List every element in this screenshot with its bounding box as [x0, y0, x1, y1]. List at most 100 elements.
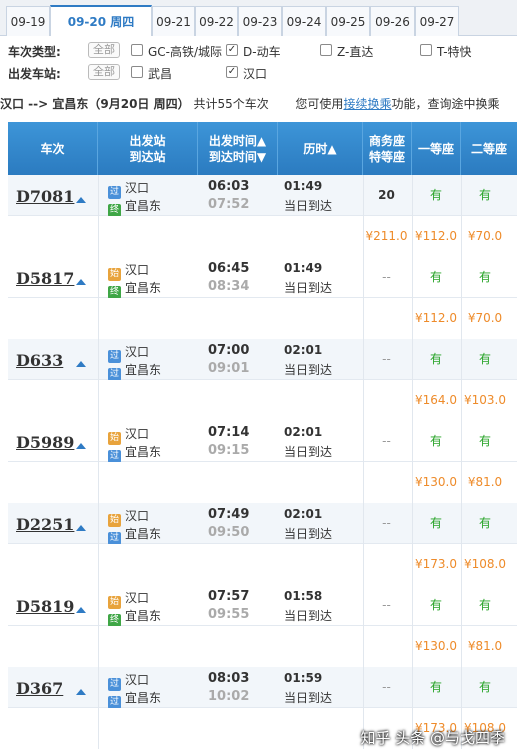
column-divider	[363, 503, 364, 585]
first-class-availability: 有	[429, 680, 442, 694]
header-stations: 出发站 到达站	[98, 122, 198, 175]
train-row-prices: ¥130.0 ¥81.0	[8, 462, 517, 503]
type-t-checkbox[interactable]	[420, 44, 432, 56]
type-d-checkbox[interactable]: ✓	[226, 44, 238, 56]
train-type-all-button[interactable]: 全部	[88, 42, 120, 58]
header-duration-sort[interactable]: 历时▲	[278, 122, 363, 175]
arrive-time: 09:15	[208, 443, 250, 458]
header-train: 车次	[8, 122, 98, 175]
train-number-link[interactable]: D633	[16, 351, 63, 370]
date-tab[interactable]: 09-24	[282, 6, 326, 36]
business-seat-availability: --	[382, 598, 391, 612]
column-divider	[98, 175, 99, 257]
from-station-name: 汉口	[125, 263, 150, 277]
from-station-name: 汉口	[125, 591, 150, 605]
arrival-day: 当日到达	[284, 363, 333, 377]
train-row: D633 过汉口过宜昌东 07:00 09:01 02:01 当日到达 -- 有 有 ¥164.0…	[8, 339, 517, 421]
watermark: 知乎 头条 @与戈四季	[360, 729, 505, 747]
to-station-name: 宜昌东	[125, 445, 162, 459]
column-divider	[461, 339, 462, 421]
business-seat-availability: --	[382, 434, 391, 448]
expand-stops-icon[interactable]	[76, 197, 86, 203]
header-time-sort[interactable]: 出发时间▲ 到达时间▼	[198, 122, 278, 175]
arrival-day: 当日到达	[284, 691, 333, 705]
train-row-prices: ¥130.0 ¥81.0	[8, 626, 517, 667]
date-tab[interactable]: 09-26	[370, 6, 415, 36]
train-row-main: D5819 始汉口终宜昌东 07:57 09:55 01:58 当日到达 -- 有 有	[8, 585, 517, 627]
transfer-link[interactable]: 接续换乘	[343, 97, 391, 111]
second-class-availability: 有	[478, 598, 491, 612]
train-row: D5819 始汉口终宜昌东 07:57 09:55 01:58 当日到达 -- 有 有 ¥130.…	[8, 585, 517, 667]
to-station: 过宜昌东	[108, 443, 161, 463]
depart-time: 08:03	[208, 671, 250, 686]
to-station: 过宜昌东	[108, 525, 161, 545]
train-number-link[interactable]: D5817	[16, 269, 74, 288]
train-row-main: D7081 过汉口终宜昌东 06:03 07:52 01:49 当日到达 20 有 有	[8, 175, 517, 217]
date-tab[interactable]: 09-20 周四	[50, 5, 152, 36]
to-station-name: 宜昌东	[125, 691, 162, 705]
column-divider	[461, 585, 462, 667]
route-summary: 汉口 --> 宜昌东（9月20日 周四） 共计55个车次 您可使用接续换乘功能，…	[0, 92, 517, 116]
business-seat-availability: 20	[378, 188, 395, 202]
depart-time: 06:03	[208, 179, 250, 194]
route-text: 汉口 --> 宜昌东（9月20日 周四）	[0, 97, 190, 111]
to-station: 终宜昌东	[108, 197, 161, 217]
column-divider	[98, 667, 99, 749]
type-z-label: Z-直达	[337, 45, 374, 59]
train-number-link[interactable]: D2251	[16, 515, 74, 534]
to-station-name: 宜昌东	[125, 527, 162, 541]
from-station-name: 汉口	[125, 673, 150, 687]
second-class-availability: 有	[478, 516, 491, 530]
expand-stops-icon[interactable]	[76, 279, 86, 285]
column-divider	[98, 257, 99, 339]
station-hankou-checkbox[interactable]: ✓	[226, 66, 238, 78]
train-number-link[interactable]: D5989	[16, 433, 74, 452]
date-tab[interactable]: 09-21	[152, 6, 195, 36]
column-divider	[461, 421, 462, 503]
column-divider	[412, 339, 413, 421]
train-row: D5989 始汉口过宜昌东 07:14 09:15 02:01 当日到达 -- 有 有 ¥130.…	[8, 421, 517, 503]
second-class-price: ¥81.0	[467, 475, 503, 489]
column-divider	[461, 503, 462, 585]
first-class-price: ¥173.0	[415, 557, 457, 571]
depart-time: 07:57	[208, 589, 250, 604]
expand-stops-icon[interactable]	[76, 607, 86, 613]
second-class-availability: 有	[478, 352, 491, 366]
column-divider	[363, 421, 364, 503]
duration: 02:01	[284, 425, 323, 439]
type-gc-checkbox[interactable]	[131, 44, 143, 56]
arrive-time: 08:34	[208, 279, 250, 294]
train-number-link[interactable]: D5819	[16, 597, 74, 616]
expand-stops-icon[interactable]	[76, 361, 86, 367]
station-wuchang-checkbox[interactable]	[131, 66, 143, 78]
column-divider	[363, 257, 364, 339]
train-row-main: D5817 始汉口终宜昌东 06:45 08:34 01:49 当日到达 -- 有 有	[8, 257, 517, 299]
column-divider	[98, 585, 99, 667]
train-list: D7081 过汉口终宜昌东 06:03 07:52 01:49 当日到达 20 有有 ¥211.…	[8, 175, 517, 749]
date-tab[interactable]: 09-22	[195, 6, 238, 36]
date-tab[interactable]: 09-23	[238, 6, 282, 36]
train-row: D2251 始汉口过宜昌东 07:49 09:50 02:01 当日到达 -- 有 有 ¥173.…	[8, 503, 517, 585]
first-class-availability: 有	[429, 188, 442, 202]
expand-stops-icon[interactable]	[76, 443, 86, 449]
first-class-availability: 有	[429, 352, 442, 366]
business-seat-price	[363, 462, 410, 503]
train-row: D5817 始汉口终宜昌东 06:45 08:34 01:49 当日到达 -- 有 有 ¥112.…	[8, 257, 517, 339]
depart-time: 07:00	[208, 343, 250, 358]
expand-stops-icon[interactable]	[76, 689, 86, 695]
hint-suffix: 功能，查询途中换乘	[391, 97, 500, 111]
business-seat-availability: --	[382, 352, 391, 366]
train-number-link[interactable]: D367	[16, 679, 63, 698]
train-row: D7081 过汉口终宜昌东 06:03 07:52 01:49 当日到达 20 有 有 ¥211.…	[8, 175, 517, 257]
date-tab[interactable]: 09-19	[6, 6, 50, 36]
type-z-checkbox[interactable]	[320, 44, 332, 56]
date-tab[interactable]: 09-25	[326, 6, 370, 36]
arrive-time: 09:50	[208, 525, 250, 540]
second-class-price: ¥108.0	[464, 557, 506, 571]
column-divider	[412, 421, 413, 503]
train-number-link[interactable]: D7081	[16, 187, 74, 206]
column-divider	[98, 503, 99, 585]
date-tab[interactable]: 09-27	[415, 6, 459, 36]
station-all-button[interactable]: 全部	[88, 64, 120, 80]
expand-stops-icon[interactable]	[76, 525, 86, 531]
